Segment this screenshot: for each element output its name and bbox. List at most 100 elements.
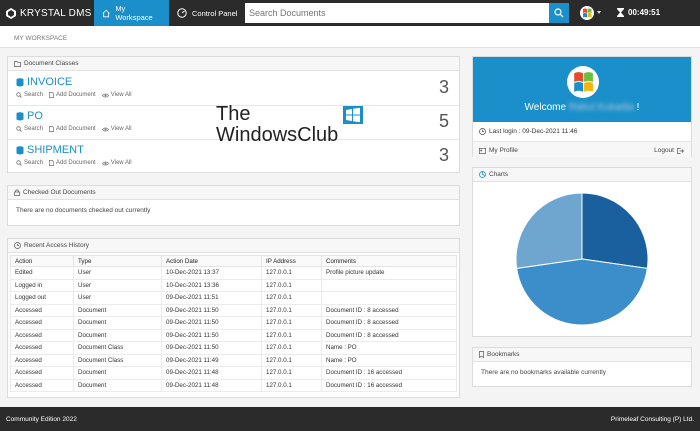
- logout-label: Logout: [654, 147, 674, 154]
- cell-ip: 127.0.0.1: [261, 353, 322, 367]
- session-timer: 00:49:51: [617, 8, 660, 17]
- table-row: Edited User 10-Dec-2021 13:37 127.0.0.1 Prof…: [10, 266, 457, 280]
- column-header[interactable]: Action Date: [161, 255, 262, 267]
- add-document-action[interactable]: Add Document: [49, 92, 96, 98]
- doc-class-link[interactable]: SHIPMENT: [16, 144, 84, 156]
- cell-comment: Name : PO: [321, 353, 457, 367]
- search-action[interactable]: Search: [16, 126, 43, 132]
- add-document-label: Add Document: [56, 126, 96, 132]
- last-login-text: Last login : 09-Dec-2021 11:46: [489, 128, 578, 135]
- history-table: Action Type Action Date IP Address Comme…: [10, 255, 457, 392]
- doc-class-actions: Search Add Document View All: [16, 92, 138, 98]
- pie-slice[interactable]: [581, 192, 649, 269]
- search-icon: [16, 92, 22, 98]
- cell-action: Accessed: [10, 316, 74, 330]
- cell-date: 09-Dec-2021 11:48: [161, 366, 262, 380]
- bookmarks-header: Bookmarks: [473, 348, 691, 362]
- view-all-action[interactable]: View All: [101, 92, 132, 98]
- table-row: Accessed Document Class 09-Dec-2021 11:50 1…: [10, 341, 457, 355]
- column-header[interactable]: IP Address: [261, 255, 322, 267]
- cell-ip: 127.0.0.1: [261, 316, 322, 330]
- user-avatar-menu[interactable]: [580, 6, 594, 20]
- cell-date: 10-Dec-2021 13:36: [161, 278, 262, 292]
- profile-actions-bar: My Profile Logout: [473, 141, 691, 157]
- company-text: Primeleaf Consulting (P) Ltd.: [610, 416, 694, 423]
- nav-my-workspace-label: My Workspace: [115, 4, 153, 22]
- welcome-text: Welcome Rahul Kukadia !: [473, 102, 691, 113]
- search-action[interactable]: Search: [16, 92, 43, 98]
- id-card-icon: [479, 147, 486, 154]
- add-document-action[interactable]: Add Document: [49, 160, 96, 166]
- nav-control-panel[interactable]: Control Panel: [169, 0, 245, 26]
- brand[interactable]: KRYSTAL DMS: [0, 0, 94, 26]
- file-add-icon: [49, 126, 54, 132]
- cell-ip: 127.0.0.1: [261, 341, 322, 355]
- column-header[interactable]: Action: [10, 255, 74, 267]
- lock-icon: [14, 189, 20, 196]
- doc-class-link[interactable]: PO: [16, 110, 43, 122]
- add-document-action[interactable]: Add Document: [49, 126, 96, 132]
- cell-action: Edited: [10, 266, 74, 280]
- welcome-exclaim: !: [636, 102, 640, 113]
- database-icon: [16, 111, 24, 120]
- view-all-action[interactable]: View All: [101, 126, 132, 132]
- pie-chart-icon: [479, 171, 486, 178]
- search-input[interactable]: [245, 3, 549, 23]
- view-all-action[interactable]: View All: [101, 160, 132, 166]
- cell-date: 09-Dec-2021 11:50: [161, 316, 262, 330]
- pie-slice[interactable]: [515, 192, 583, 269]
- panel-title: Recent Access History: [24, 242, 90, 249]
- cell-type: Document: [73, 316, 162, 330]
- search-icon: [16, 126, 22, 132]
- timer-value: 00:49:51: [628, 8, 661, 17]
- avatar-icon: [574, 72, 593, 92]
- charts-header: Charts: [473, 168, 691, 182]
- table-header-row: Action Type Action Date IP Address Comme…: [10, 255, 457, 267]
- view-all-label: View All: [110, 92, 132, 98]
- search-action[interactable]: Search: [16, 160, 43, 166]
- doc-class-actions: Search Add Document View All: [16, 160, 138, 166]
- logout-link[interactable]: Logout: [654, 147, 684, 154]
- my-profile-link[interactable]: My Profile: [479, 147, 518, 154]
- doc-class-count: 5: [438, 111, 449, 131]
- database-icon: [16, 77, 24, 86]
- cell-comment: Document ID : 8 accessed: [321, 316, 457, 330]
- bookmarks-empty-message: There are no bookmarks available current…: [481, 369, 607, 376]
- cell-ip: 127.0.0.1: [261, 278, 322, 292]
- panel-title: Bookmarks: [487, 351, 520, 358]
- cell-ip: 127.0.0.1: [261, 266, 322, 280]
- clock-icon: [14, 242, 21, 249]
- file-add-icon: [49, 92, 54, 98]
- column-header[interactable]: Comments: [321, 255, 457, 267]
- avatar[interactable]: [567, 66, 599, 98]
- folder-icon: [14, 60, 21, 67]
- panel-title: Charts: [489, 171, 509, 178]
- brand-name: KRYSTAL DMS: [20, 7, 92, 19]
- pie-slice[interactable]: [516, 258, 648, 326]
- view-all-label: View All: [110, 126, 132, 132]
- doc-class-link[interactable]: INVOICE: [16, 76, 72, 88]
- nav-my-workspace[interactable]: My Workspace: [94, 0, 169, 26]
- dashboard-icon: [177, 8, 187, 18]
- cell-ip: 127.0.0.1: [261, 291, 322, 305]
- profile-card: Welcome Rahul Kukadia ! Last login : 09-…: [472, 56, 692, 157]
- cell-type: Document: [73, 366, 162, 380]
- column-header[interactable]: Type: [73, 255, 162, 267]
- avatar-icon: [583, 8, 592, 18]
- chevron-down-icon[interactable]: [597, 11, 601, 14]
- footer: Community Edition 2022 Primeleaf Consult…: [0, 407, 700, 431]
- table-row: Logged out User 09-Dec-2021 11:51 127.0.0.1: [10, 291, 457, 305]
- checked-out-panel: Checked Out Documents There are no docum…: [7, 185, 460, 226]
- eye-icon: [101, 93, 109, 97]
- watermark-line2: WindowsClub: [216, 124, 339, 146]
- cell-type: User: [73, 266, 162, 280]
- add-document-label: Add Document: [56, 92, 96, 98]
- database-icon: [16, 145, 24, 154]
- search-button[interactable]: [549, 3, 569, 23]
- cell-comment: Document ID : 8 accessed: [321, 303, 457, 317]
- panel-title: Document Classes: [24, 60, 79, 67]
- cell-type: Document: [73, 378, 162, 392]
- checked-out-empty-message: There are no documents checked out curre…: [16, 207, 151, 214]
- search-action-label: Search: [24, 126, 44, 132]
- cell-type: Document: [73, 328, 162, 342]
